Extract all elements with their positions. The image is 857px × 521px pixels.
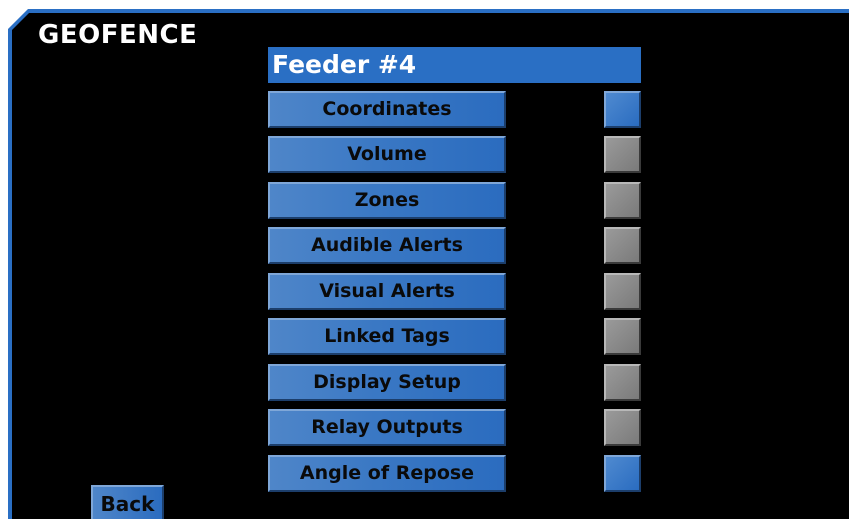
zones-status-indicator [604,182,641,219]
visual-alerts-status-indicator [604,273,641,310]
device-name-header: Feeder #4 [268,47,641,83]
zones-button[interactable]: Zones [268,182,506,219]
volume-status-indicator [604,136,641,173]
screen-title: GEOFENCE [38,20,198,50]
display-setup-button[interactable]: Display Setup [268,364,506,401]
audible-alerts-status-indicator [604,227,641,264]
audible-alerts-button[interactable]: Audible Alerts [268,227,506,264]
relay-outputs-button[interactable]: Relay Outputs [268,409,506,446]
coordinates-button[interactable]: Coordinates [268,91,506,128]
linked-tags-button[interactable]: Linked Tags [268,318,506,355]
linked-tags-status-indicator [604,318,641,355]
geofence-screen: GEOFENCE Feeder #4 Coordinates Volume Zo… [0,0,857,519]
coordinates-status-indicator [604,91,641,128]
volume-button[interactable]: Volume [268,136,506,173]
angle-of-repose-status-indicator [604,455,641,492]
back-button[interactable]: Back [91,485,164,519]
display-setup-status-indicator [604,364,641,401]
relay-outputs-status-indicator [604,409,641,446]
visual-alerts-button[interactable]: Visual Alerts [268,273,506,310]
angle-of-repose-button[interactable]: Angle of Repose [268,455,506,492]
